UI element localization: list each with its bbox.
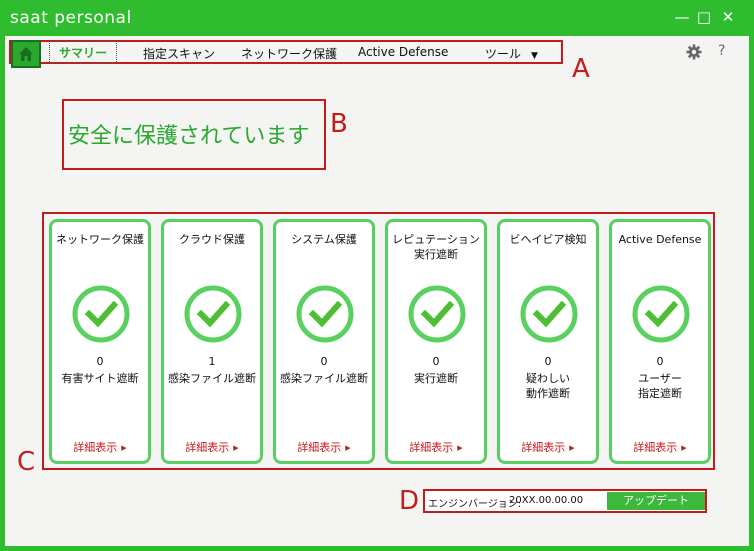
card-count: 0 [656,355,664,368]
card-desc: 疑わしい 動作遮断 [526,372,570,400]
card-reputation[interactable]: レピュテーション 実行遮断 0 実行遮断 詳細表示 ▶ [385,219,487,464]
detail-label: 詳細表示 [185,441,230,454]
card-desc: 感染ファイル遮断 [168,372,256,385]
chevron-right-icon: ▶ [681,444,687,452]
card-title: ビヘイビア検知 [509,233,587,246]
engine-version-value: 20XX.00.00.00 [509,495,584,506]
annotation-label-a: A [572,54,590,84]
nav-bar: サマリー 指定スキャン ネットワーク保護 Active Defense ツール ▼… [5,36,749,70]
check-circle-icon [72,285,130,343]
card-detail-link[interactable]: 詳細表示 ▶ [612,439,708,455]
card-title: Active Defense [618,233,702,246]
tab-tools[interactable]: ツール ▼ [485,45,538,62]
update-button[interactable]: アップデート [607,492,705,510]
card-network-protection[interactable]: ネットワーク保護 0 有害サイト遮断 詳細表示 ▶ [49,219,151,464]
check-circle-icon [296,285,354,343]
engine-version-label: エンジンバージョン: [428,499,522,510]
annotation-label-c: C [17,447,36,477]
card-title: ネットワーク保護 [56,233,144,246]
detail-label: 詳細表示 [297,441,342,454]
check-circle-icon [632,285,690,343]
help-icon[interactable]: ? [718,43,725,59]
card-detail-link[interactable]: 詳細表示 ▶ [388,439,484,455]
close-icon[interactable]: ✕ [718,7,738,27]
card-count: 0 [432,355,440,368]
card-desc: 有害サイト遮断 [61,372,139,385]
home-button[interactable] [11,40,41,68]
card-behavior-detection[interactable]: ビヘイビア検知 0 疑わしい 動作遮断 詳細表示 ▶ [497,219,599,464]
card-cloud-protection[interactable]: クラウド保護 1 感染ファイル遮断 詳細表示 ▶ [161,219,263,464]
annotation-label-d: D [399,486,420,516]
status-panel: 安全に保護されています [62,99,326,170]
card-count: 1 [208,355,216,368]
check-circle-icon [184,285,242,343]
card-desc: ユーザー 指定遮断 [638,372,682,400]
app-window: saat personal — □ ✕ サマリー 指定スキャン ネットワーク保護… [0,0,754,551]
maximize-icon[interactable]: □ [694,7,714,27]
card-desc: 実行遮断 [414,372,458,385]
card-system-protection[interactable]: システム保護 0 感染ファイル遮断 詳細表示 ▶ [273,219,375,464]
card-count: 0 [96,355,104,368]
tab-summary[interactable]: サマリー [49,41,118,64]
app-title: saat personal [10,8,132,28]
home-icon [19,47,33,61]
chevron-right-icon: ▶ [121,444,127,452]
card-detail-link[interactable]: 詳細表示 ▶ [164,439,260,455]
tab-tools-label: ツール [485,47,522,61]
detail-label: 詳細表示 [633,441,678,454]
tab-network-protection[interactable]: ネットワーク保護 [241,45,337,62]
card-detail-link[interactable]: 詳細表示 ▶ [276,439,372,455]
card-detail-link[interactable]: 詳細表示 ▶ [52,439,148,455]
chevron-right-icon: ▶ [345,444,351,452]
main-content: サマリー 指定スキャン ネットワーク保護 Active Defense ツール ▼… [5,36,749,546]
check-circle-icon [520,285,578,343]
title-bar: saat personal — □ ✕ [0,0,754,36]
card-detail-link[interactable]: 詳細表示 ▶ [500,439,596,455]
chevron-down-icon: ▼ [531,51,538,61]
tab-scan[interactable]: 指定スキャン [143,45,215,62]
card-count: 0 [320,355,328,368]
card-title: クラウド保護 [179,233,245,246]
card-desc: 感染ファイル遮断 [280,372,368,385]
gear-icon[interactable] [686,44,702,60]
engine-panel: エンジンバージョン: 20XX.00.00.00 アップデート [423,489,707,513]
detail-label: 詳細表示 [409,441,454,454]
chevron-right-icon: ▶ [457,444,463,452]
status-text: 安全に保護されています [68,124,310,149]
chevron-right-icon: ▶ [233,444,239,452]
chevron-right-icon: ▶ [569,444,575,452]
minimize-icon[interactable]: — [672,7,692,27]
card-count: 0 [544,355,552,368]
annotation-label-b: B [330,109,348,139]
check-circle-icon [408,285,466,343]
tab-active-defense[interactable]: Active Defense [358,45,448,59]
card-title: システム保護 [291,233,357,246]
detail-label: 詳細表示 [521,441,566,454]
card-title: レピュテーション 実行遮断 [392,233,480,261]
detail-label: 詳細表示 [73,441,118,454]
card-active-defense[interactable]: Active Defense 0 ユーザー 指定遮断 詳細表示 ▶ [609,219,711,464]
